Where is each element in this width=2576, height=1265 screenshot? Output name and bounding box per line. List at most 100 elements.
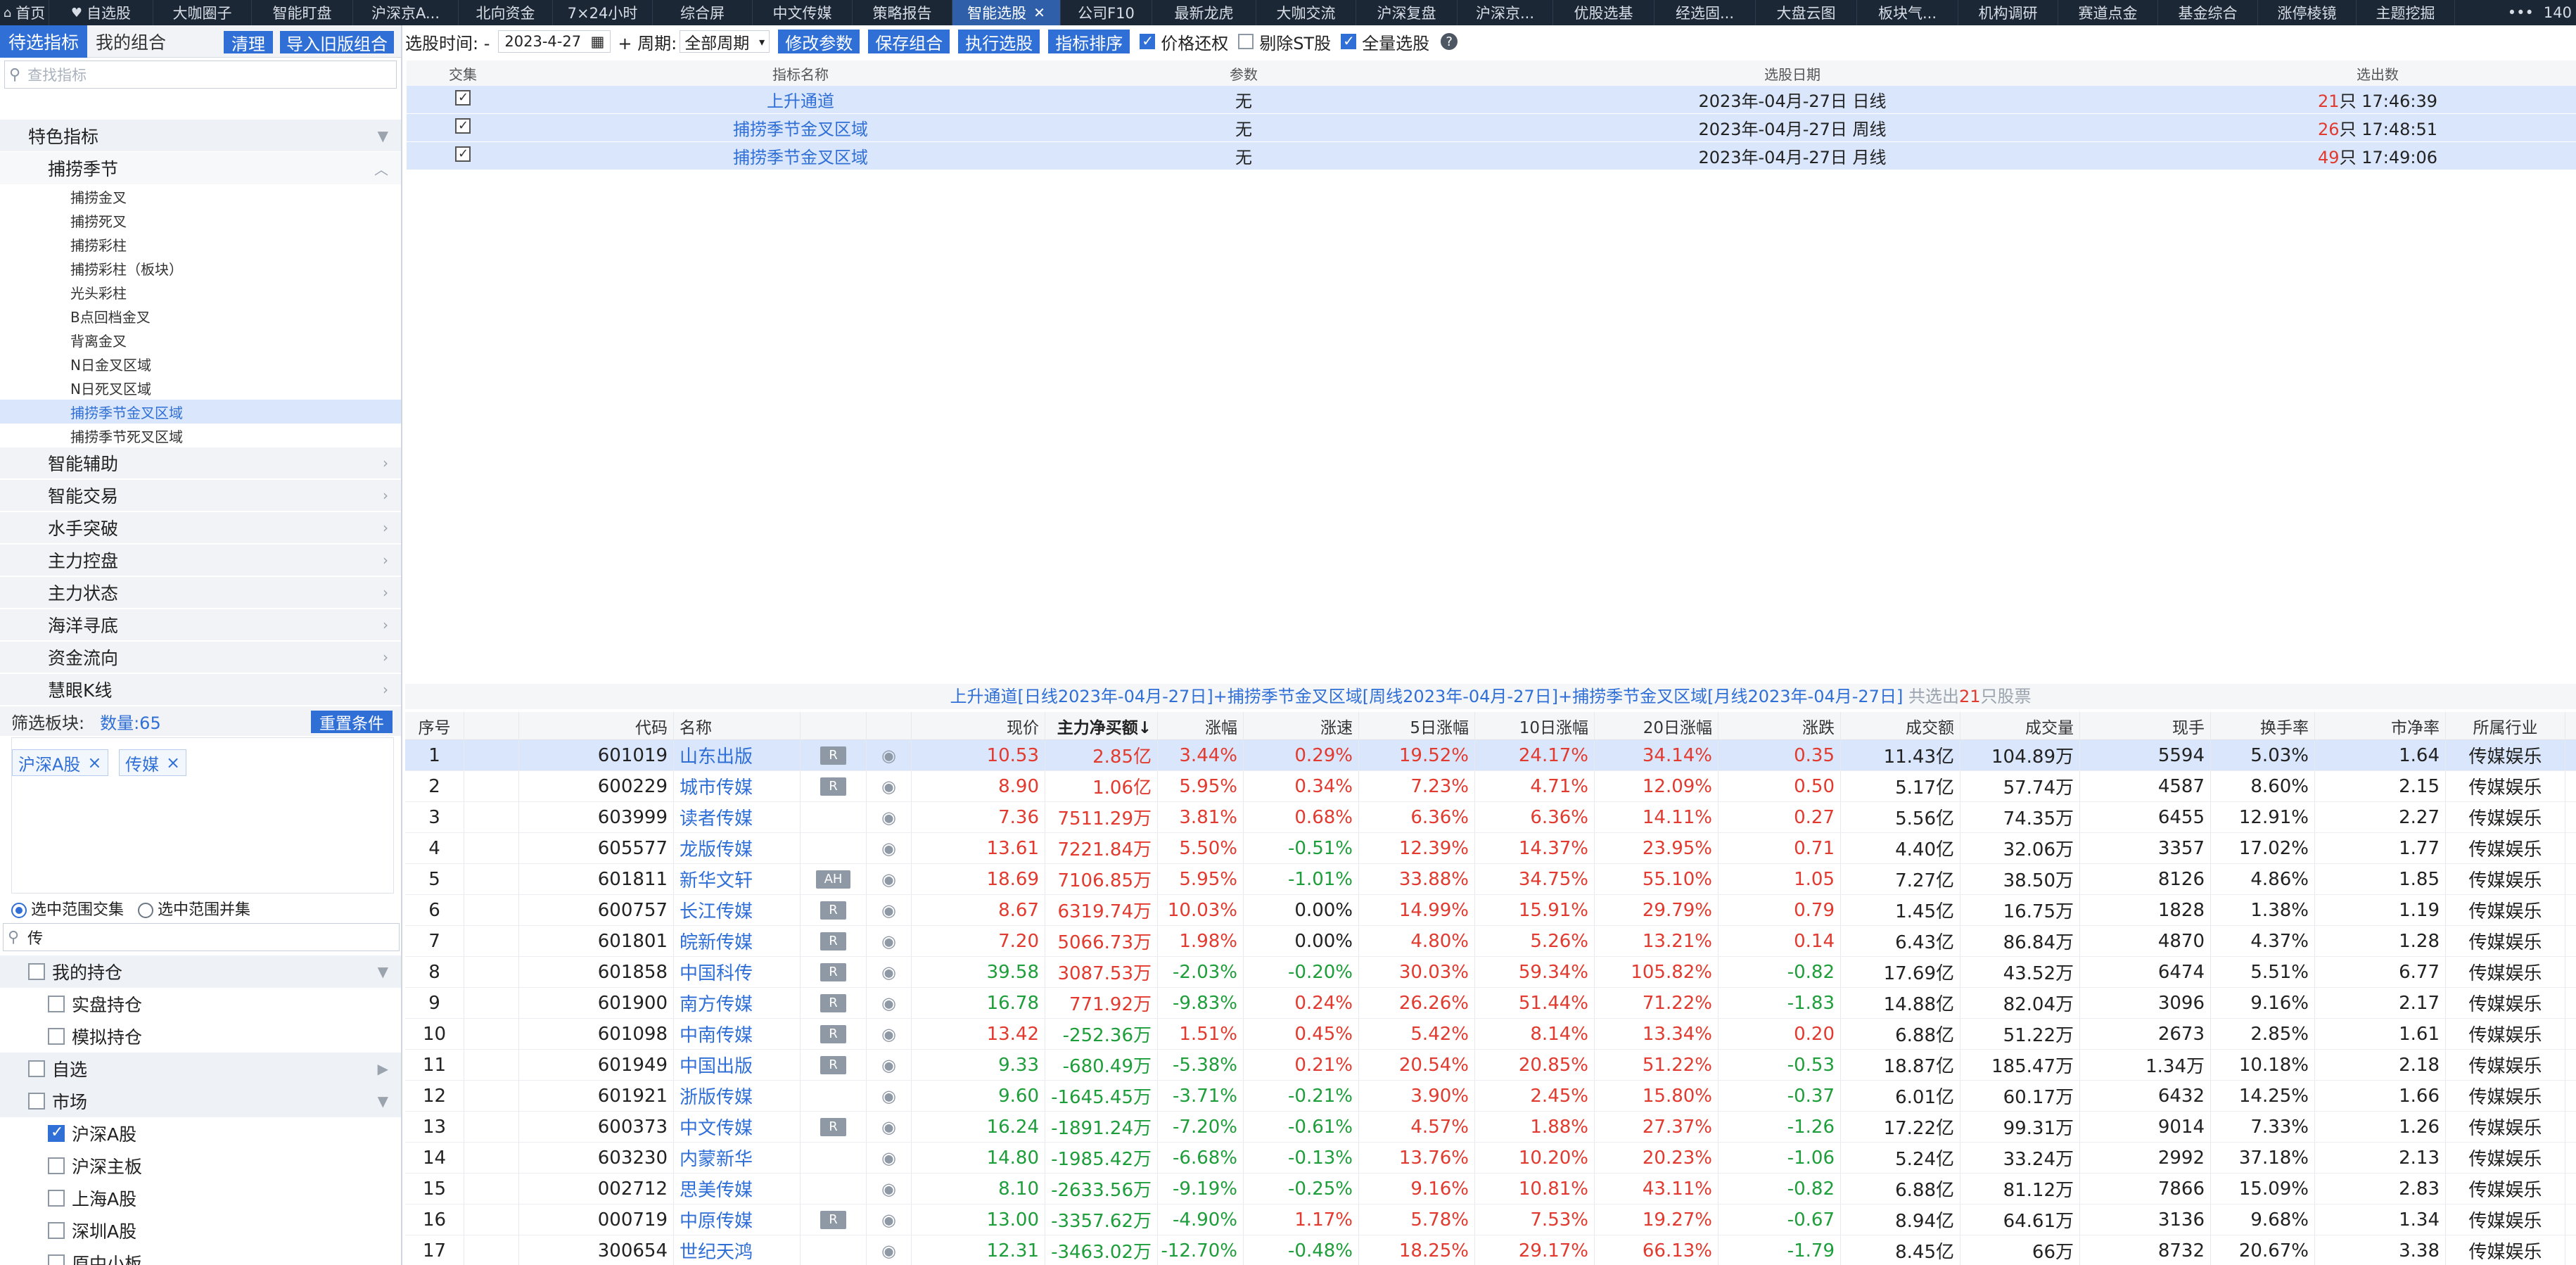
cell-name[interactable]: 皖新传媒	[674, 926, 801, 956]
eye-icon[interactable]: ◉	[881, 1241, 896, 1261]
top-tab-7[interactable]: 综合屏	[653, 0, 753, 25]
chip-media[interactable]: 传媒 ×	[119, 749, 187, 776]
checkbox-icon[interactable]	[28, 1060, 45, 1077]
full-selection-checkbox[interactable]: 全量选股	[1341, 30, 1429, 54]
eye-icon[interactable]: ◉	[881, 1210, 896, 1230]
chip-hs-a[interactable]: 沪深A股 ×	[12, 749, 108, 776]
badge-tag[interactable]: R	[820, 932, 846, 951]
indicator-leaf[interactable]: 捕捞彩柱	[0, 232, 401, 256]
sub-catch-season[interactable]: 捕捞季节 ︿	[0, 152, 401, 184]
tab-my-combo[interactable]: 我的组合	[87, 25, 174, 58]
indicator-name[interactable]: 上升通道	[519, 87, 1082, 112]
cell-name[interactable]: 内蒙新华	[674, 1143, 801, 1173]
top-tab-6[interactable]: 7×24小时	[553, 0, 653, 25]
market-item[interactable]: 上海A股	[0, 1182, 401, 1214]
close-icon[interactable]: ✕	[1033, 4, 1045, 21]
badge-tag[interactable]: R	[820, 777, 846, 796]
top-tab-20[interactable]: 机构调研	[1958, 0, 2058, 25]
indicator-subgroup[interactable]: 智能交易 ›	[0, 480, 401, 512]
cell-name[interactable]: 山东出版	[674, 740, 801, 770]
radio-intersect[interactable]: 选中范围交集	[11, 897, 124, 920]
checkbox-icon[interactable]	[48, 1190, 65, 1207]
cell-name[interactable]: 中国科传	[674, 957, 801, 987]
cell-name[interactable]: 南方传媒	[674, 988, 801, 1018]
col-header[interactable]: 所属行业	[2446, 712, 2565, 739]
col-header[interactable]: 现手	[2080, 712, 2211, 739]
clear-button[interactable]: 清理	[224, 31, 273, 54]
top-tab-22[interactable]: 基金综合	[2158, 0, 2258, 25]
date-picker[interactable]: 2023-4-27 ▦	[498, 30, 611, 53]
eye-icon[interactable]: ◉	[881, 746, 896, 765]
table-row[interactable]: 4 605577 龙版传媒 ◉ 13.61 7221.84万 5.50% -0.51% 12.3…	[405, 833, 2576, 864]
indicator-leaf[interactable]: 捕捞季节死叉区域	[0, 424, 401, 447]
eye-icon[interactable]: ◉	[881, 932, 896, 951]
col-header[interactable]: 名称	[674, 712, 801, 739]
checkbox-checked-icon[interactable]	[48, 1124, 65, 1142]
top-tab-5[interactable]: 北向资金	[459, 0, 553, 25]
badge-tag[interactable]: R	[820, 1210, 846, 1229]
badge-tag[interactable]: R	[820, 1117, 846, 1136]
eye-icon[interactable]: ◉	[881, 1148, 896, 1168]
cell-name[interactable]: 中国出版	[674, 1050, 801, 1080]
group-featured[interactable]: 特色指标 ▼	[0, 120, 401, 152]
cell-name[interactable]: 中南传媒	[674, 1019, 801, 1049]
condition-row[interactable]: 上升通道 无 2023年-04月-27日 日线 21只 17:46:39	[407, 86, 2576, 114]
badge-tag[interactable]: R	[820, 746, 846, 765]
table-row[interactable]: 17 300654 世纪天鸿 ◉ 12.31 -3463.02万 -12.70% -0.48%…	[405, 1235, 2576, 1265]
exclude-st-checkbox[interactable]: 剔除ST股	[1238, 30, 1331, 54]
indicator-search-input[interactable]: ⚲ 查找指标	[4, 61, 397, 89]
table-row[interactable]: 2 600229 城市传媒 R ◉ 8.90 1.06亿 5.95% 0.34% 7.23% 4.7…	[405, 771, 2576, 802]
cell-name[interactable]: 世纪天鸿	[674, 1235, 801, 1265]
checkbox-icon[interactable]	[48, 1157, 65, 1174]
indicator-subgroup[interactable]: 慧眼K线 ›	[0, 674, 401, 706]
table-row[interactable]: 10 601098 中南传媒 R ◉ 13.42 -252.36万 1.51% 0.45% 5.4…	[405, 1019, 2576, 1050]
indicator-leaf[interactable]: 捕捞季节金叉区域	[0, 400, 401, 424]
reset-conditions-button[interactable]: 重置条件	[311, 711, 393, 733]
top-tab-2[interactable]: 大咖圈子	[153, 0, 252, 25]
cell-name[interactable]: 新华文轩	[674, 864, 801, 894]
top-tab-24[interactable]: 主题挖掘	[2357, 0, 2455, 25]
indicator-leaf[interactable]: N日金叉区域	[0, 352, 401, 376]
col-header[interactable]: 10日涨幅	[1475, 712, 1595, 739]
market-item[interactable]: 实盘持仓	[0, 988, 401, 1020]
checkbox-icon[interactable]	[28, 963, 45, 980]
table-row[interactable]: 5 601811 新华文轩 AH ◉ 18.69 7106.85万 5.95% -1.01% 33…	[405, 864, 2576, 895]
checkbox-icon[interactable]	[48, 1222, 65, 1239]
top-tab-23[interactable]: 涨停棱镜	[2258, 0, 2357, 25]
indicator-leaf[interactable]: 背离金叉	[0, 328, 401, 352]
checkbox-icon[interactable]	[48, 1254, 65, 1265]
eye-icon[interactable]: ◉	[881, 1086, 896, 1106]
indicator-name[interactable]: 捕捞季节金叉区域	[519, 144, 1082, 168]
badge-tag[interactable]: R	[820, 962, 846, 981]
col-header[interactable]	[801, 712, 867, 739]
save-combo-button[interactable]: 保存组合	[868, 30, 950, 53]
modify-params-button[interactable]: 修改参数	[778, 30, 860, 53]
col-header[interactable]: 代码	[519, 712, 674, 739]
table-row[interactable]: 6 600757 长江传媒 R ◉ 8.67 6319.74万 10.03% 0.00% 14.9…	[405, 895, 2576, 926]
eye-icon[interactable]: ◉	[881, 870, 896, 889]
eye-icon[interactable]: ◉	[881, 839, 896, 858]
badge-tag[interactable]: R	[820, 901, 846, 920]
cell-name[interactable]: 中原传媒	[674, 1204, 801, 1235]
eye-icon[interactable]: ◉	[881, 1179, 896, 1199]
top-tab-1[interactable]: ♥ 自选股	[49, 0, 153, 25]
indicator-name[interactable]: 捕捞季节金叉区域	[519, 115, 1082, 140]
badge-tag[interactable]: R	[820, 993, 846, 1012]
condition-row[interactable]: 捕捞季节金叉区域 无 2023年-04月-27日 月线 49只 17:49:06	[407, 142, 2576, 170]
eye-icon[interactable]: ◉	[881, 993, 896, 1013]
checkbox-icon[interactable]	[28, 1093, 45, 1110]
badge-tag[interactable]: AH	[815, 870, 851, 889]
top-tab-0[interactable]: ⌂ 首页	[0, 0, 49, 25]
top-tab-4[interactable]: 沪深京A...	[353, 0, 459, 25]
table-row[interactable]: 7 601801 皖新传媒 R ◉ 7.20 5066.73万 1.98% 0.00% 4.80%…	[405, 926, 2576, 957]
top-tab-16[interactable]: 优股选基	[1553, 0, 1654, 25]
top-tab-11[interactable]: 公司F10	[1061, 0, 1152, 25]
top-tab-19[interactable]: 板块气...	[1857, 0, 1958, 25]
table-row[interactable]: 15 002712 思美传媒 ◉ 8.10 -2633.56万 -9.19% -0.25% 9.…	[405, 1174, 2576, 1204]
col-header[interactable]: 涨速	[1244, 712, 1359, 739]
cell-name[interactable]: 龙版传媒	[674, 833, 801, 863]
top-tab-13[interactable]: 大咖交流	[1256, 0, 1356, 25]
indicator-subgroup[interactable]: 主力状态 ›	[0, 577, 401, 609]
col-header[interactable]: 20日涨幅	[1595, 712, 1719, 739]
help-icon[interactable]: ?	[1441, 33, 1458, 50]
